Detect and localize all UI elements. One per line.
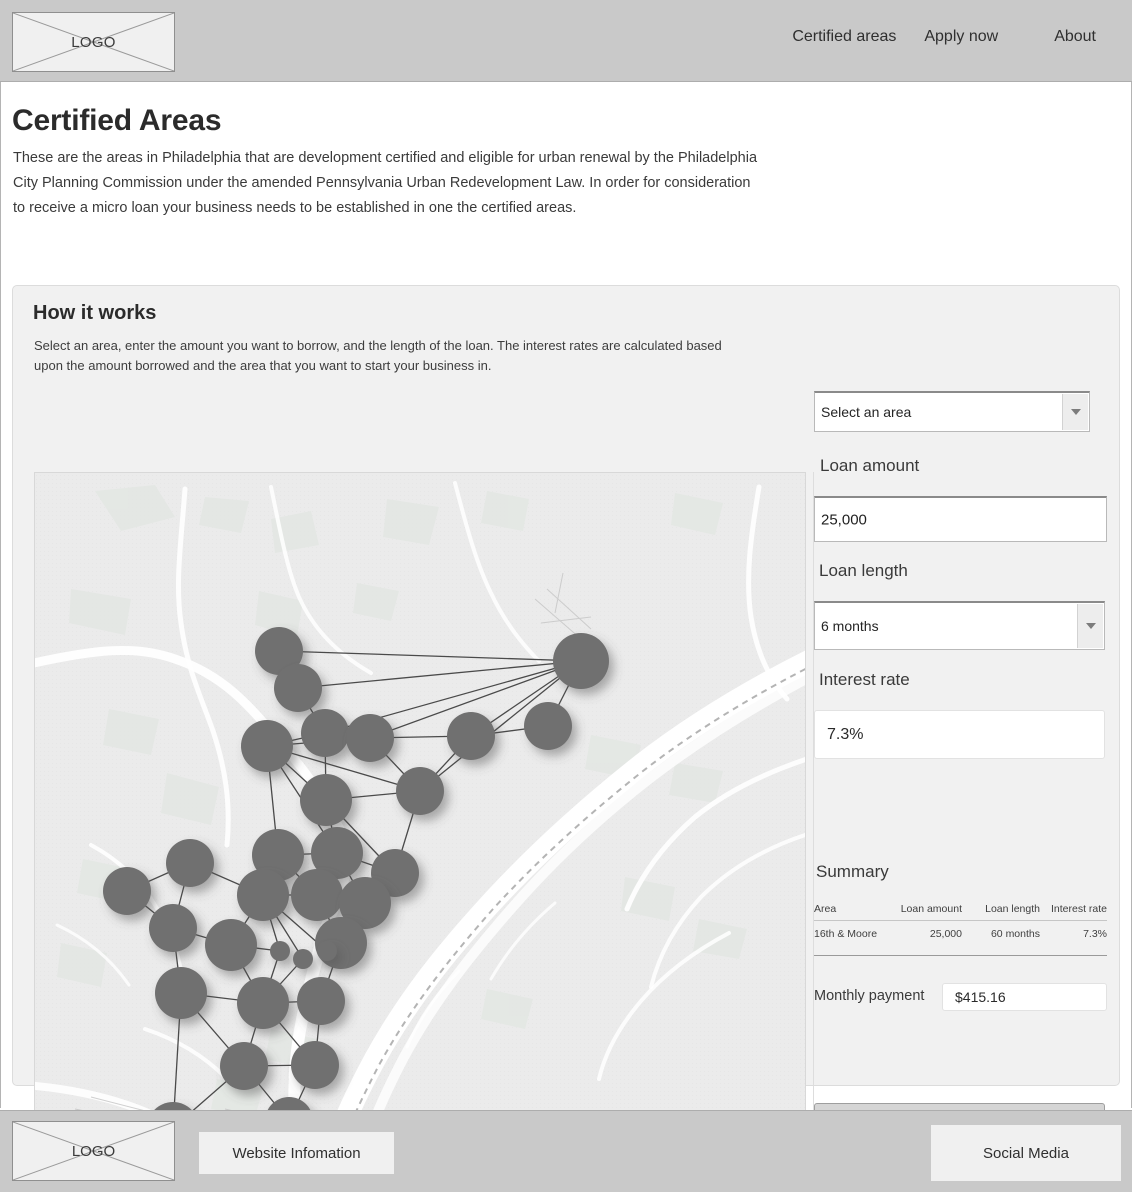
map-area-node[interactable] xyxy=(274,664,322,712)
loan-amount-input[interactable]: 25,000 xyxy=(814,496,1107,542)
loan-amount-label: Loan amount xyxy=(820,456,920,475)
map-area-node[interactable] xyxy=(155,967,207,1019)
loan-length-toggle[interactable] xyxy=(1077,604,1103,648)
map-area-node[interactable] xyxy=(291,869,343,921)
table-row: 16th & Moore 25,000 60 months 7.3% xyxy=(814,920,1107,956)
site-header: LOGO Certified areas Apply now About xyxy=(0,0,1132,82)
footer-logo-label: LOGO xyxy=(71,1142,116,1160)
loan-amount-value: 25,000 xyxy=(821,511,867,528)
map-area-node[interactable] xyxy=(396,767,444,815)
footer-logo[interactable]: LOGO xyxy=(12,1121,175,1181)
primary-nav: Certified areas Apply now About xyxy=(792,28,1096,46)
nav-item-about[interactable]: About xyxy=(1054,28,1096,46)
card-title: How it works xyxy=(33,302,157,324)
map-area-node[interactable] xyxy=(346,714,394,762)
map-area-node[interactable] xyxy=(447,712,495,760)
map-area-node[interactable] xyxy=(166,839,214,887)
nav-item-apply-now[interactable]: Apply now xyxy=(924,28,998,46)
page-title: Certified Areas xyxy=(12,104,222,137)
summary-col-loan-amount: Loan amount xyxy=(886,903,962,921)
loan-length-select[interactable]: 6 months xyxy=(814,601,1105,650)
summary-col-loan-length: Loan length xyxy=(962,903,1040,921)
page-body: Certified Areas These are the areas in P… xyxy=(0,82,1132,1159)
map-area-node[interactable] xyxy=(293,949,313,969)
nav-item-certified-areas[interactable]: Certified areas xyxy=(792,28,896,46)
monthly-payment-value: $415.16 xyxy=(955,989,1006,1005)
interest-rate-value: 7.3% xyxy=(827,725,864,743)
website-information-button[interactable]: Website Infomation xyxy=(199,1132,394,1174)
interest-rate-field: 7.3% xyxy=(814,710,1105,759)
map-area-node[interactable] xyxy=(149,904,197,952)
summary-cell-interest-rate: 7.3% xyxy=(1040,920,1107,956)
certified-areas-map[interactable] xyxy=(34,472,806,1158)
page-description: These are the areas in Philadelphia that… xyxy=(13,150,758,216)
area-select-toggle[interactable] xyxy=(1062,394,1088,430)
map-area-node[interactable] xyxy=(270,941,290,961)
monthly-payment-field: $415.16 xyxy=(942,983,1107,1011)
map-area-node[interactable] xyxy=(300,774,352,826)
summary-label: Summary xyxy=(816,862,889,881)
card-description: Select an area, enter the amount you wan… xyxy=(34,338,722,373)
area-select[interactable]: Select an area xyxy=(814,391,1090,432)
map-canvas xyxy=(35,473,805,1157)
monthly-payment-label: Monthly payment xyxy=(814,988,925,1004)
map-area-node[interactable] xyxy=(301,709,349,757)
map-area-node[interactable] xyxy=(103,867,151,915)
header-logo[interactable]: LOGO xyxy=(12,12,175,72)
summary-col-interest-rate: Interest rate xyxy=(1040,903,1107,921)
map-area-node[interactable] xyxy=(317,941,337,961)
summary-cell-loan-amount: 25,000 xyxy=(886,920,962,956)
map-area-node[interactable] xyxy=(553,633,609,689)
chevron-down-icon xyxy=(1085,623,1096,629)
map-area-node[interactable] xyxy=(241,720,293,772)
map-area-node[interactable] xyxy=(205,919,257,971)
map-area-node[interactable] xyxy=(524,702,572,750)
panel-divider xyxy=(813,472,814,1158)
summary-table: Area Loan amount Loan length Interest ra… xyxy=(814,903,1107,956)
map-area-node[interactable] xyxy=(220,1042,268,1090)
area-select-value: Select an area xyxy=(821,404,912,420)
site-footer: LOGO Website Infomation Social Media xyxy=(0,1110,1132,1192)
summary-cell-loan-length: 60 months xyxy=(962,920,1040,956)
loan-length-value: 6 months xyxy=(821,618,879,634)
summary-col-area: Area xyxy=(814,903,886,921)
summary-cell-area: 16th & Moore xyxy=(814,920,886,956)
map-area-node[interactable] xyxy=(237,869,289,921)
map-area-node[interactable] xyxy=(297,977,345,1025)
header-logo-label: LOGO xyxy=(71,33,116,51)
chevron-down-icon xyxy=(1070,409,1081,415)
loan-length-label: Loan length xyxy=(819,561,908,580)
map-area-node[interactable] xyxy=(237,977,289,1029)
map-area-node[interactable] xyxy=(291,1041,339,1089)
interest-rate-label: Interest rate xyxy=(819,670,910,689)
summary-header-row: Area Loan amount Loan length Interest ra… xyxy=(814,903,1107,921)
social-media-button[interactable]: Social Media xyxy=(931,1125,1121,1181)
